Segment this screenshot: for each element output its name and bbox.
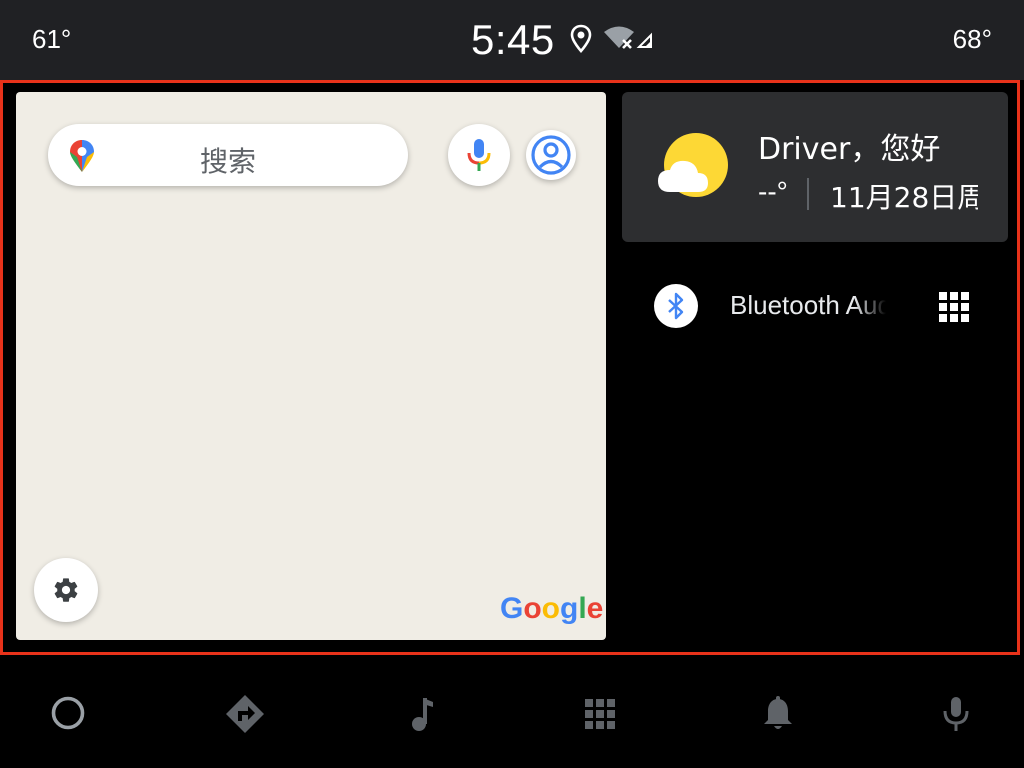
driver-temperature[interactable]: 61°: [32, 24, 71, 55]
nav-navigation-button[interactable]: [225, 694, 265, 734]
android-auto-screen: 61° 5:45 68° 搜索 Google Driver，您好 --° 11月…: [0, 0, 1024, 768]
current-temperature: --°: [758, 176, 788, 207]
nav-media-button[interactable]: [402, 694, 442, 734]
location-pin-icon: [570, 24, 592, 53]
settings-gear-icon: [54, 578, 78, 602]
map-search-bar[interactable]: 搜索: [48, 124, 408, 186]
greeting-text: Driver，您好: [758, 132, 941, 167]
notification-bell-icon: [764, 696, 792, 729]
media-source-title: Bluetooth Audio: [730, 290, 886, 320]
bluetooth-icon: [668, 292, 684, 320]
status-bar: 61° 5:45 68°: [0, 0, 1024, 80]
nav-voice-button[interactable]: [936, 694, 976, 734]
google-logo: Google: [500, 592, 604, 625]
voice-mic-icon: [943, 697, 969, 731]
clock: 5:45: [471, 16, 555, 63]
music-note-icon: [412, 698, 433, 731]
map-card[interactable]: 搜索 Google: [16, 92, 606, 640]
app-grid-icon[interactable]: [938, 291, 970, 323]
account-button[interactable]: [526, 130, 576, 180]
bottom-navigation-bar: [0, 668, 1024, 768]
navigation-icon: [226, 695, 264, 733]
weather-greeting-card[interactable]: Driver，您好 --° 11月28日周: [622, 92, 1008, 242]
map-voice-search-button[interactable]: [448, 124, 510, 186]
search-placeholder: 搜索: [199, 145, 256, 178]
date-text: 11月28日周: [830, 181, 978, 214]
microphone-icon: [467, 139, 491, 171]
media-row[interactable]: Bluetooth Audio: [622, 270, 1008, 344]
nav-home-button[interactable]: [48, 694, 88, 734]
app-launcher-icon: [585, 699, 615, 729]
home-circle-icon: [51, 696, 85, 730]
nav-app-launcher-button[interactable]: [580, 694, 620, 734]
account-icon: [531, 135, 571, 175]
weather-divider: [807, 178, 809, 210]
nav-notifications-button[interactable]: [758, 694, 798, 734]
passenger-temperature[interactable]: 68°: [953, 24, 992, 55]
wifi-off-icon: [604, 26, 652, 49]
bluetooth-source-badge: [654, 284, 698, 328]
partly-cloudy-icon: [658, 133, 728, 197]
map-settings-button[interactable]: [34, 558, 98, 622]
